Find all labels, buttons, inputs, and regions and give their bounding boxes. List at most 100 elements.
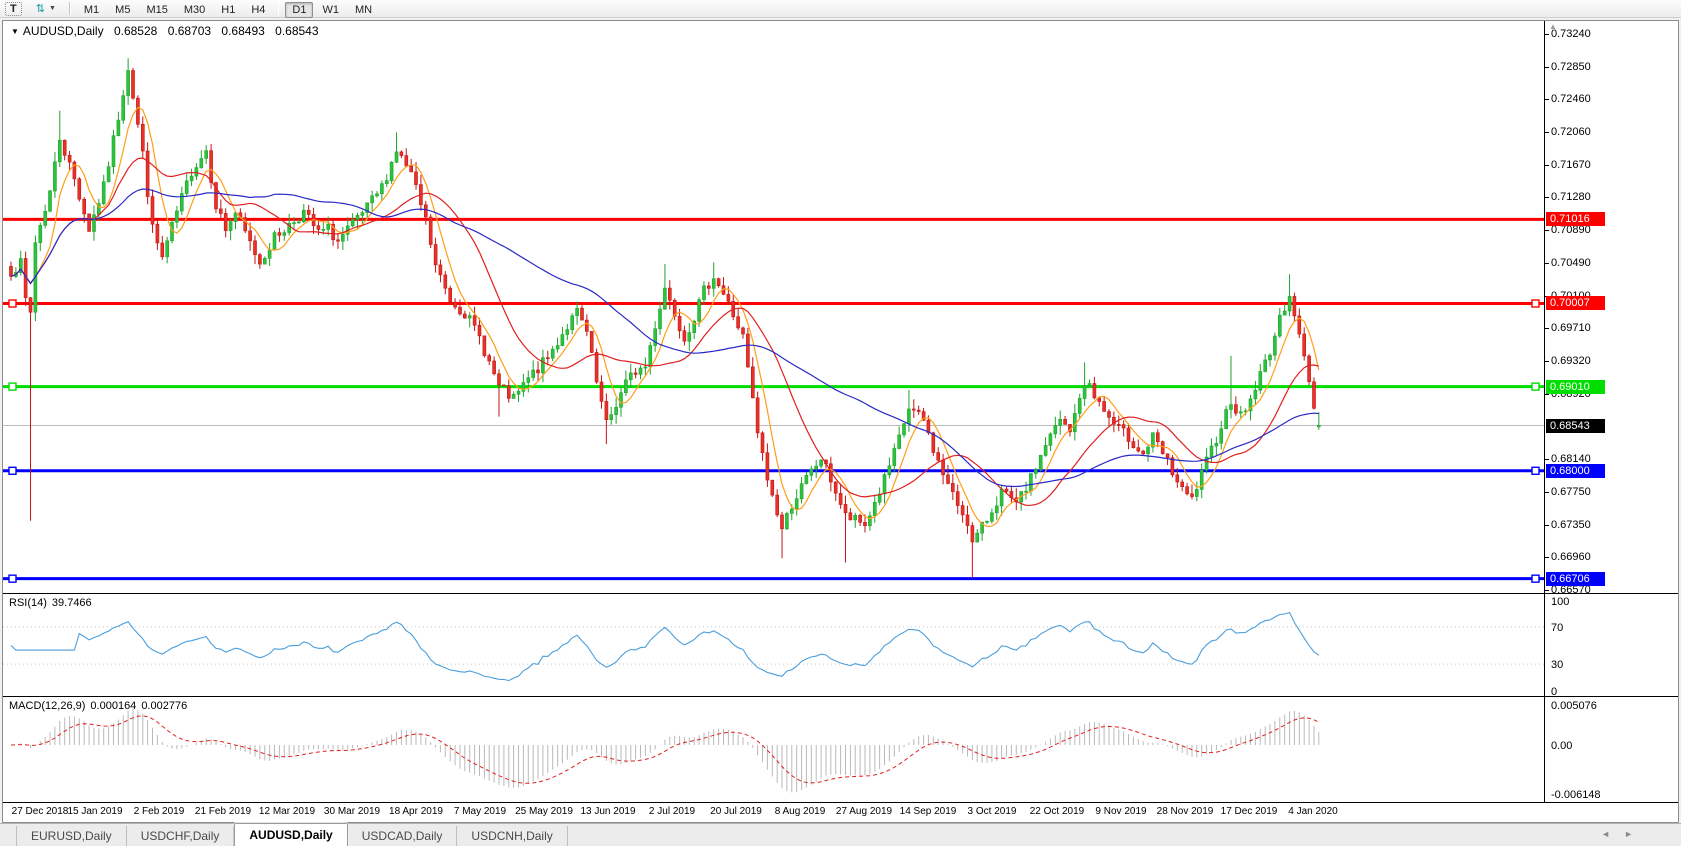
date-axis-label: 12 Mar 2019	[258, 806, 316, 817]
date-axis-label: 9 Nov 2019	[1095, 806, 1147, 817]
date-axis-label: 2 Feb 2019	[133, 806, 185, 817]
trading-platform-window: { "toolbar": { "text_tool_label": "T", "…	[0, 0, 1681, 846]
macd-main-value: 0.000164	[90, 700, 137, 712]
timeframe-button-m5[interactable]: M5	[108, 2, 137, 18]
tab-usdchf[interactable]: USDCHF,Daily	[127, 826, 235, 846]
text-tool-button[interactable]: T	[5, 1, 22, 16]
sort-arrows-icon: ⇅	[35, 2, 45, 15]
collapse-triangle-icon[interactable]: ▼	[11, 27, 19, 36]
date-axis-label: 17 Dec 2019	[1220, 806, 1278, 817]
tab-audusd[interactable]: AUDUSD,Daily	[234, 823, 348, 846]
price-tick-mark	[1545, 394, 1549, 395]
level-price-badge: 0.70007	[1546, 296, 1605, 310]
macd-panel-divider[interactable]	[3, 696, 1678, 697]
timeframe-button-m15[interactable]: M15	[139, 2, 174, 18]
level-price-badge: 0.66706	[1546, 572, 1605, 586]
symbol-tab-bar: EURUSD,Daily USDCHF,Daily AUDUSD,Daily USDC…	[0, 823, 1681, 846]
price-tick-mark	[1545, 165, 1549, 166]
timeframe-button-d1[interactable]: D1	[285, 1, 314, 18]
timeframe-button-h1[interactable]: H1	[214, 2, 242, 18]
date-axis-label: 27 Aug 2019	[835, 806, 893, 817]
price-tick-label: 0.67350	[1551, 519, 1591, 531]
date-axis-label: 30 Mar 2019	[323, 806, 381, 817]
price-tick-label: 0.73240	[1551, 28, 1591, 40]
chart-window: ▼ AUDUSD,Daily 0.68528 0.68703 0.68493 0.…	[2, 20, 1679, 823]
macd-scale-label: 0.005076	[1551, 700, 1597, 712]
toolbar: T ⇅ ▼ M1 M5 M15 M30 H1 H4 D1 W1 MN	[0, 0, 1681, 18]
price-tick-label: 0.72060	[1551, 126, 1591, 138]
price-tick-mark	[1545, 197, 1549, 198]
price-tick-mark	[1545, 230, 1549, 231]
timeframe-button-h4[interactable]: H4	[244, 2, 272, 18]
tab-strip: EURUSD,Daily USDCHF,Daily AUDUSD,Daily USDC…	[0, 823, 568, 846]
date-axis-label: 20 Jul 2019	[710, 806, 762, 817]
drawing-tool-button[interactable]: ⇅ ▼	[29, 1, 63, 17]
rsi-scale-label: 100	[1551, 596, 1570, 608]
symbol-label: AUDUSD,Daily	[22, 24, 104, 38]
chart-title: ▼ AUDUSD,Daily 0.68528 0.68703 0.68493 0.…	[11, 24, 319, 38]
rsi-scale-label: 70	[1551, 622, 1564, 634]
rsi-scale-label: 0	[1551, 686, 1558, 698]
high-value: 0.68703	[167, 24, 212, 38]
date-axis-label: 4 Jan 2020	[1288, 806, 1338, 817]
date-axis-label: 3 Oct 2019	[967, 806, 1017, 817]
rsi-label: RSI(14) 39.7466	[9, 597, 92, 609]
price-tick-mark	[1545, 328, 1549, 329]
price-tick-mark	[1545, 67, 1549, 68]
price-tick-label: 0.66960	[1551, 551, 1591, 563]
level-price-badge: 0.71016	[1546, 212, 1605, 226]
macd-label: MACD(12,26,9) 0.000164 0.002776	[9, 700, 188, 712]
tab-usdcad[interactable]: USDCAD,Daily	[348, 826, 458, 846]
rsi-indicator-chart[interactable]	[3, 594, 1544, 696]
tab-usdcnh[interactable]: USDCNH,Daily	[457, 826, 568, 846]
date-axis-label: 8 Aug 2019	[774, 806, 826, 817]
main-price-chart[interactable]	[3, 21, 1544, 593]
toolbar-separator	[278, 0, 280, 17]
macd-indicator-chart[interactable]	[3, 697, 1544, 802]
toolbar-separator	[68, 2, 71, 15]
rsi-value: 39.7466	[51, 597, 92, 609]
date-axis-label: 22 Oct 2019	[1029, 806, 1085, 817]
timeframe-button-m1[interactable]: M1	[77, 2, 106, 18]
macd-scale-label: 0.00	[1551, 740, 1573, 752]
date-axis-label: 13 Jun 2019	[580, 806, 636, 817]
date-axis-divider	[3, 802, 1678, 803]
close-value: 0.68543	[275, 24, 319, 38]
price-tick-mark	[1545, 459, 1549, 460]
level-price-badge: 0.68000	[1546, 464, 1605, 478]
price-tick-label: 0.67750	[1551, 486, 1591, 498]
macd-scale-label: -0.006148	[1551, 789, 1601, 801]
tab-eurusd[interactable]: EURUSD,Daily	[16, 826, 127, 846]
price-tick-label: 0.72460	[1551, 93, 1591, 105]
date-axis-label: 25 May 2019	[515, 806, 573, 817]
current-price-badge: 0.68543	[1546, 419, 1605, 433]
date-axis-label: 2 Jul 2019	[648, 806, 696, 817]
price-tick-mark	[1545, 34, 1549, 35]
price-tick-mark	[1545, 557, 1549, 558]
price-tick-label: 0.71280	[1551, 191, 1591, 203]
price-tick-mark	[1545, 492, 1549, 493]
price-tick-mark	[1545, 590, 1549, 591]
timeframe-button-w1[interactable]: W1	[315, 2, 346, 18]
dropdown-arrow-icon: ▼	[48, 4, 56, 12]
price-tick-mark	[1545, 525, 1549, 526]
price-tick-label: 0.70490	[1551, 257, 1591, 269]
tab-scroll-right-icon[interactable]: ►	[1624, 829, 1647, 839]
tab-scroll-left-icon[interactable]: ◄	[1601, 829, 1624, 839]
rsi-scale-label: 30	[1551, 659, 1564, 671]
price-axis-border	[1544, 21, 1545, 802]
date-axis-label: 18 Apr 2019	[389, 806, 443, 817]
timeframe-button-m30[interactable]: M30	[177, 2, 212, 18]
price-tick-label: 0.69320	[1551, 355, 1591, 367]
price-tick-mark	[1545, 361, 1549, 362]
date-axis-label: 21 Feb 2019	[194, 806, 252, 817]
price-tick-mark	[1545, 99, 1549, 100]
date-axis-label: 28 Nov 2019	[1156, 806, 1214, 817]
rsi-panel-divider[interactable]	[3, 593, 1678, 594]
date-axis-label: 7 May 2019	[453, 806, 507, 817]
price-tick-mark	[1545, 263, 1549, 264]
price-tick-mark	[1545, 132, 1549, 133]
timeframe-button-mn[interactable]: MN	[348, 2, 379, 18]
date-axis-label: 15 Jan 2019	[67, 806, 123, 817]
price-tick-label: 0.72850	[1551, 61, 1591, 73]
